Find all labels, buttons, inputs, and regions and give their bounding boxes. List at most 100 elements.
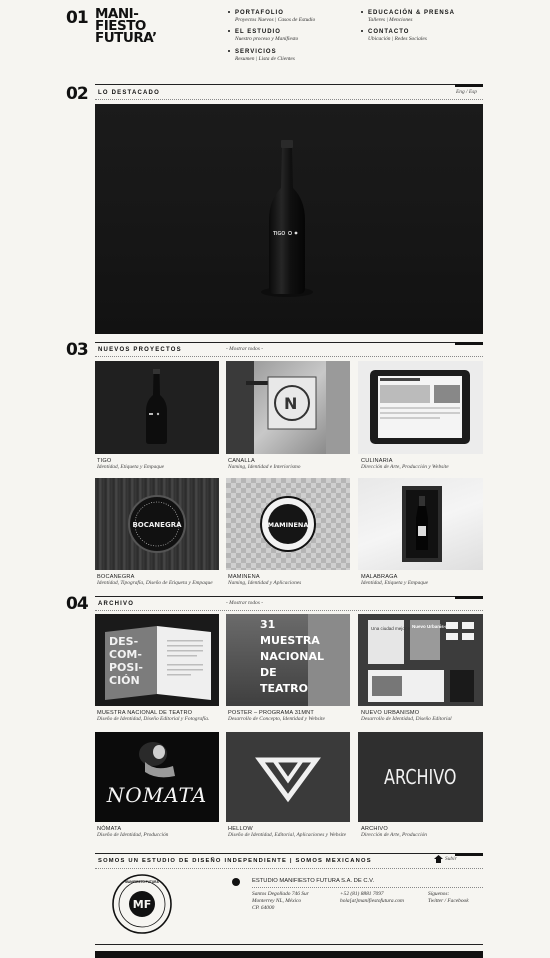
phone-number[interactable]: +52 (81) 8881 7097 (340, 891, 404, 898)
project-caption-culinaria[interactable]: CULINARIA Dirección de Arte, Producción … (361, 458, 481, 470)
bottle-label-text: TIGO (273, 231, 285, 237)
archive-caption-nomata[interactable]: NÓMATA Diseño de Identidad, Producción (97, 826, 219, 838)
project-thumb-maminena[interactable]: MAMINENA (226, 478, 350, 570)
archive-caption-urbanismo[interactable]: NUEVO URBANISMO Desarrollo de Identidad,… (361, 710, 483, 722)
archive-thumb-urbanismo[interactable]: Una ciudad mejor es posible. Nuevo Urban… (358, 614, 483, 706)
project-thumb-tigo[interactable] (95, 361, 219, 454)
archive-caption-hellow[interactable]: HELLOW Diseño de Identidad, Editorial, A… (228, 826, 350, 838)
book-text-line: COM- (109, 648, 142, 661)
project-desc: Diseño de Identidad, Diseño Editorial y … (97, 716, 210, 722)
dotted-divider (252, 887, 483, 888)
divider-accent (455, 596, 483, 599)
section-title: ARCHIVO (98, 601, 135, 607)
project-caption-malabraga[interactable]: MALABRAGA Identidad, Etiqueta y Empaque (361, 574, 481, 586)
poster-wall-icon: 31 MUESTRA NACIONAL DE TEATRO (260, 614, 350, 706)
site-logo[interactable]: MANI- FIESTO FUTURA’ (95, 7, 157, 46)
bullet-icon (361, 30, 363, 33)
badge-icon: MAMINENA (260, 496, 316, 552)
project-caption-tigo[interactable]: TIGO Identidad, Etiqueta y Empaque (97, 458, 217, 470)
open-book-icon: DES- COM- POSI- CIÓN (105, 626, 211, 700)
bullet-icon (361, 11, 363, 14)
print-collateral-icon: Una ciudad mejor es posible. Nuevo Urban… (368, 620, 474, 702)
project-desc: Dirección de Arte, Producción y Website (361, 464, 449, 470)
project-desc: Naming, Identidad e Interiorismo (228, 464, 301, 470)
nav-sub[interactable]: Resumen | Lista de Clientes (235, 56, 295, 62)
nav-el-estudio[interactable]: EL ESTUDIO Nuestro proceso y Manifiesto (228, 29, 298, 42)
section-number-03: 03 (66, 340, 89, 360)
divider (95, 596, 483, 597)
social-block: Síguenos: Twitter / Facebook (428, 891, 469, 905)
archive-thumb-nomata[interactable]: NOMATA (95, 732, 219, 822)
nav-sub[interactable]: Nuestro proceso y Manifiesto (235, 36, 298, 42)
back-to-top-link[interactable]: Subir (434, 855, 457, 863)
nav-label: CONTACTO (368, 29, 410, 35)
archive-caption-archivo[interactable]: ARCHIVO Dirección de Arte, Producción (361, 826, 483, 838)
book-text-line: DES- (109, 635, 138, 648)
show-all-link[interactable]: - Mostrar todos - (226, 346, 263, 352)
archive-thumb-teatro[interactable]: DES- COM- POSI- CIÓN (95, 614, 219, 706)
project-thumb-malabraga[interactable] (358, 478, 483, 570)
archive-thumb-hellow[interactable] (226, 732, 350, 822)
address-line: Santos Degollado 746 Sur (252, 891, 309, 897)
divider (95, 853, 483, 854)
nav-sub[interactable]: Proyectos Nuevos | Casos de Estudio (235, 17, 315, 23)
project-thumb-culinaria[interactable] (358, 361, 483, 454)
wooden-box-icon (402, 486, 442, 562)
archive-caption-teatro[interactable]: MUESTRA NACIONAL DE TEATRO Diseño de Ide… (97, 710, 219, 722)
dotted-divider (95, 610, 483, 611)
project-desc: Desarrollo de Concepto, Identidad y Webs… (228, 716, 325, 722)
nav-educacion-prensa[interactable]: EDUCACIÓN & PRENSA Talleres | Menciones (361, 10, 455, 23)
bottle-icon (146, 369, 167, 444)
address-line: CP. 64000 (252, 905, 275, 911)
project-thumb-canalla[interactable]: N (226, 361, 350, 454)
nav-label: EDUCACIÓN & PRENSA (368, 10, 456, 16)
section-title: LO DESTACADO (98, 90, 160, 96)
project-desc: Naming, Identidad y Aplicaciones (228, 580, 302, 586)
nav-label: SERVICIOS (235, 49, 277, 55)
tablet-icon (370, 370, 470, 444)
divider-accent (455, 84, 483, 87)
project-caption-bocanegra[interactable]: BOCANEGRA Identidad, Tipografía, Diseño … (97, 574, 217, 586)
nav-sub[interactable]: Ubicación | Redes Sociales (368, 36, 427, 42)
company-name: ESTUDIO MANIFIESTO FUTURA S.A. DE C.V. (252, 878, 375, 884)
address-line: Monterrey NL, México (252, 898, 302, 904)
book-text-line: CIÓN (109, 674, 140, 687)
dotted-divider (95, 99, 483, 100)
bullet-icon (228, 50, 230, 53)
beer-bottle-illustration: TIGO (261, 140, 313, 297)
hanging-sign-icon: N (226, 361, 350, 454)
archive-caption-poster[interactable]: POSTER – PROGRAMA 31MNT Desarrollo de Co… (228, 710, 350, 722)
nav-contacto[interactable]: CONTACTO Ubicación | Redes Sociales (361, 29, 427, 42)
project-desc: Identidad, Etiqueta y Empaque (361, 580, 429, 586)
social-links[interactable]: Twitter / Facebook (428, 898, 469, 905)
logo-line: FUTURA’ (95, 30, 157, 46)
poster-text-line: MUESTRA (260, 634, 320, 647)
archive-thumb-archivo[interactable]: ARCHIVO (358, 732, 483, 822)
nav-sub[interactable]: Talleres | Menciones (368, 17, 455, 23)
project-caption-canalla[interactable]: CANALLA Naming, Identidad e Interiorismo (228, 458, 348, 470)
dotted-divider (95, 868, 483, 869)
project-desc: Desarrollo de Identidad, Diseño Editoria… (361, 716, 452, 722)
featured-image[interactable]: TIGO (95, 104, 483, 334)
project-thumb-bocanegra[interactable]: BOCANEGRA (95, 478, 219, 570)
project-desc: Diseño de Identidad, Editorial, Aplicaci… (228, 832, 346, 838)
seal-icon: MF MANIFIESTO FUTURA (112, 874, 172, 934)
show-all-link[interactable]: - Mostrar todos - (226, 600, 263, 606)
archive-thumb-poster[interactable]: 31 MUESTRA NACIONAL DE TEATRO (226, 614, 350, 706)
poster-title-text: NOMATA (106, 783, 207, 807)
cap-text: BOCANEGRA (132, 521, 182, 529)
contact-block: +52 (81) 8881 7097 hola[at]manifiestofut… (340, 891, 404, 905)
email-address[interactable]: hola[at]manifiestofutura.com (340, 898, 404, 905)
language-switch[interactable]: Eng / Esp (456, 89, 477, 95)
book-text-line: POSI- (109, 661, 143, 674)
nav-servicios[interactable]: SERVICIOS Resumen | Lista de Clientes (228, 49, 295, 62)
nav-portafolio[interactable]: PORTAFOLIO Proyectos Nuevos | Casos de E… (228, 10, 315, 23)
dancer-poster-icon: NOMATA (106, 742, 207, 807)
seal-text: MANIFIESTO FUTURA (125, 880, 159, 884)
project-desc: Identidad, Tipografía, Diseño de Etiquet… (97, 580, 213, 586)
poster-text-line: NACIONAL (260, 650, 324, 663)
section-number-01: 01 (66, 8, 89, 28)
project-caption-maminena[interactable]: MAMINENA Naming, Identidad y Aplicacione… (228, 574, 348, 586)
follow-label: Síguenos: (428, 891, 450, 897)
divider (95, 84, 483, 85)
